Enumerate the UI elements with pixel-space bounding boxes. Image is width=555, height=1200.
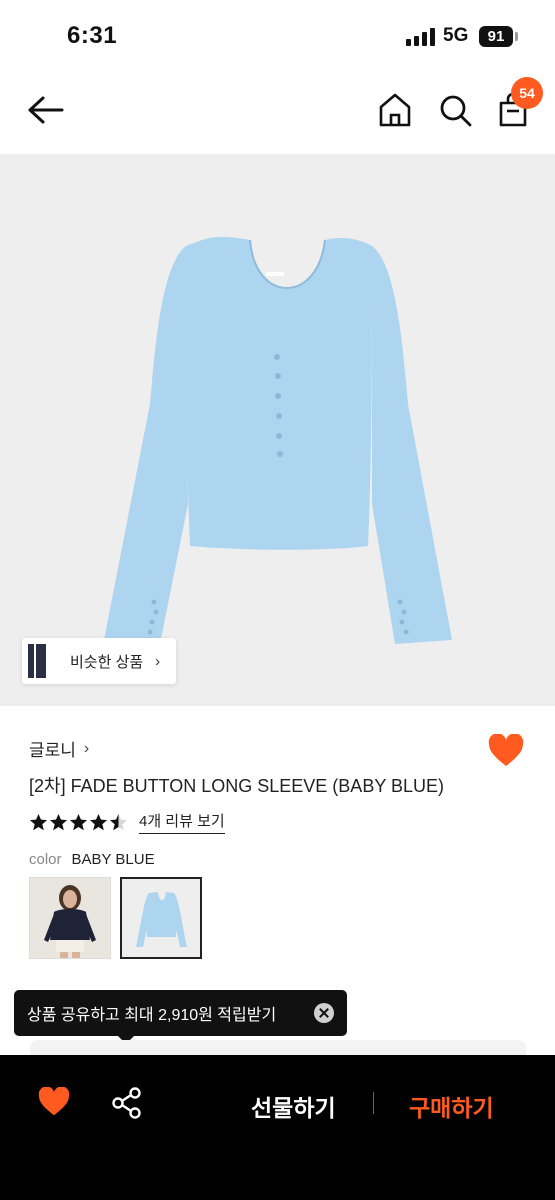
battery-tip <box>515 32 518 41</box>
star-icon <box>89 813 108 830</box>
battery-icon: 91 <box>479 26 513 47</box>
similar-thumbnail-stack <box>22 638 52 684</box>
status-bar: 6:31 5G 91 <box>0 0 555 74</box>
garment-thumbnail <box>136 892 187 947</box>
color-option-baby-blue[interactable] <box>120 877 202 959</box>
chevron-right-icon: › <box>155 652 161 670</box>
network-type: 5G <box>443 25 469 46</box>
color-key: color <box>29 851 62 868</box>
search-icon <box>440 95 472 127</box>
divider <box>373 1092 374 1114</box>
star-icon <box>49 813 68 830</box>
app-header <box>0 74 555 154</box>
home-button[interactable] <box>376 90 414 130</box>
bottom-like-button[interactable] <box>38 1086 70 1117</box>
color-value: BABY BLUE <box>71 851 155 868</box>
bottom-action-bar: 선물하기 구매하기 <box>0 1055 555 1200</box>
share-reward-tooltip: 상품 공유하고 최대 2,910원 적립받기 <box>14 990 347 1036</box>
color-row: color BABY BLUE <box>29 851 155 868</box>
buy-button[interactable]: 구매하기 <box>409 1089 494 1123</box>
heart-icon <box>38 1086 70 1116</box>
star-icon <box>29 813 48 830</box>
similar-products-label: 비슷한 상품 <box>70 653 144 671</box>
product-title: [2차] FADE BUTTON LONG SLEEVE (BABY BLUE) <box>29 776 445 796</box>
status-time: 6:31 <box>67 22 118 49</box>
back-arrow-icon <box>28 96 64 124</box>
brand-link[interactable]: 글로니 › <box>29 736 89 761</box>
star-icon <box>109 813 128 830</box>
garment-illustration <box>104 236 452 644</box>
rating-stars <box>29 813 129 832</box>
review-link[interactable]: 4개 리뷰 보기 <box>139 810 225 834</box>
signal-icon <box>406 28 436 46</box>
model-photo-thumbnail <box>30 878 110 958</box>
back-button[interactable] <box>26 92 66 128</box>
product-page: 6:31 5G 91 54 비슷한 상품 › 글로니 › [2차] FADE B… <box>0 0 555 1200</box>
chevron-right-icon: › <box>83 739 90 757</box>
share-button[interactable] <box>112 1087 142 1119</box>
rating-row: 4개 리뷰 보기 <box>29 810 225 834</box>
product-image[interactable]: 비슷한 상품 › <box>0 154 555 706</box>
similar-products-button[interactable]: 비슷한 상품 › <box>22 638 177 684</box>
search-button[interactable] <box>436 90 474 130</box>
heart-icon <box>488 733 524 766</box>
home-icon <box>379 93 411 127</box>
share-icon <box>112 1087 141 1119</box>
star-icon <box>69 813 88 830</box>
gift-button[interactable]: 선물하기 <box>251 1089 336 1123</box>
brand-name: 글로니 <box>29 741 76 760</box>
close-icon[interactable] <box>314 1003 334 1023</box>
wishlist-button[interactable] <box>488 733 524 768</box>
color-option-navy[interactable] <box>29 877 111 959</box>
cart-count-badge: 54 <box>511 77 543 109</box>
tooltip-text: 상품 공유하고 최대 2,910원 적립받기 <box>27 1007 277 1024</box>
